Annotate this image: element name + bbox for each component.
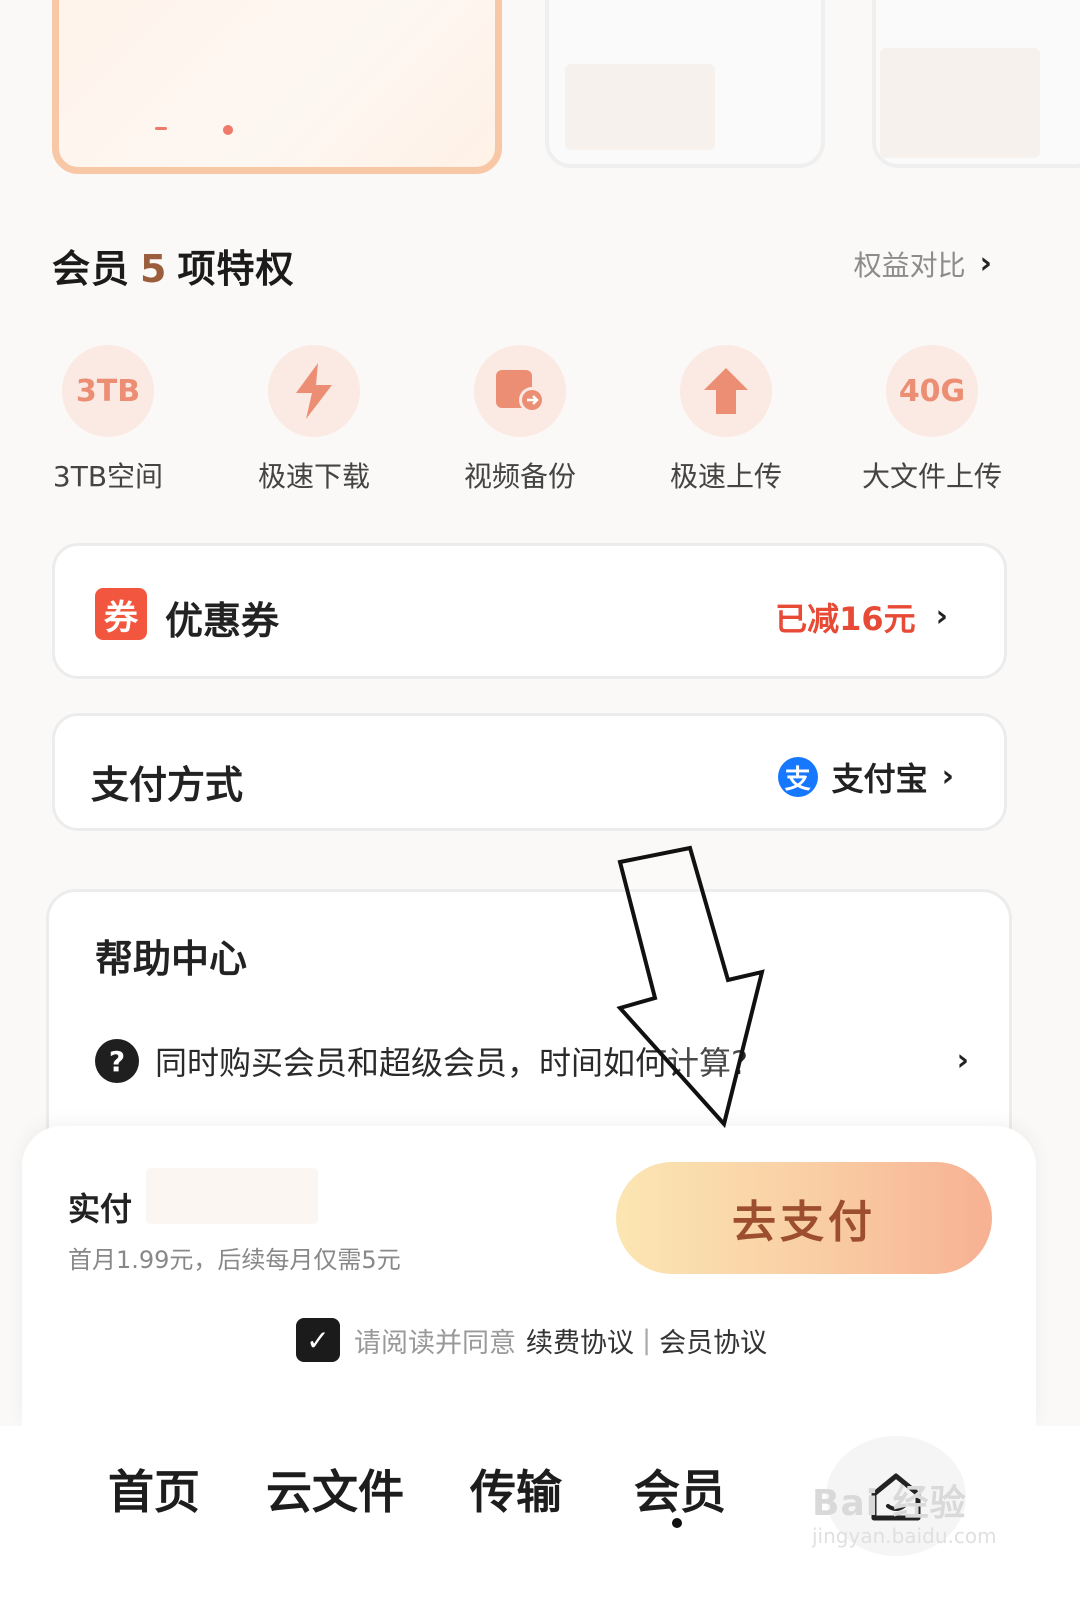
coupon-icon: 券	[95, 588, 147, 640]
payment-method-label: 支付方式	[91, 763, 244, 807]
privilege-fast-download[interactable]: 极速下载	[214, 345, 414, 495]
amount-placeholder	[146, 1168, 318, 1224]
watermark-url: jingyan.baidu.com	[812, 1524, 997, 1548]
help-center-title: 帮助中心	[95, 937, 248, 981]
chevron-right-icon: ›	[941, 759, 954, 794]
checkout-panel: 实付 首月1.99元，后续每月仅需5元 去支付 ✓ 请阅读并同意 续费协议 | …	[22, 1126, 1036, 1426]
chevron-right-icon: ›	[956, 1043, 969, 1078]
video-backup-icon	[474, 345, 566, 437]
nav-transfer[interactable]: 传输	[470, 1456, 562, 1522]
price-note: 首月1.99元，后续每月仅需5元	[68, 1246, 401, 1274]
privilege-storage[interactable]: 3TB 3TB空间	[8, 345, 208, 495]
member-agreement-link[interactable]: 会员协议	[659, 1321, 767, 1360]
plan-card-3[interactable]	[872, 0, 1080, 168]
large-file-icon: 40G	[886, 345, 978, 437]
active-indicator	[672, 1518, 682, 1528]
privilege-video-backup[interactable]: 视频备份	[420, 345, 620, 495]
lightning-icon	[268, 345, 360, 437]
pay-button[interactable]: 去支付	[616, 1162, 992, 1274]
agree-checkbox[interactable]: ✓	[296, 1318, 340, 1362]
alipay-icon: 支	[777, 757, 818, 797]
coupon-value: 已减16元 ›	[775, 599, 948, 638]
privilege-large-file[interactable]: 40G 大文件上传	[832, 345, 1032, 495]
privilege-fast-upload[interactable]: 极速上传	[626, 345, 826, 495]
payment-method-value: 支 支付宝 ›	[777, 754, 954, 800]
bottom-nav: 首页 云文件 传输 会员 Bai 经验 jingyan.baidu.com	[0, 1426, 1080, 1600]
plan-card-selected[interactable]	[52, 0, 502, 174]
faq-item[interactable]: ? 同时购买会员和超级会员，时间如何计算? ›	[95, 1038, 969, 1084]
nav-home[interactable]: 首页	[108, 1456, 200, 1522]
benefit-compare-link[interactable]: 权益对比 ›	[854, 244, 992, 284]
watermark: Bai 经验	[812, 1483, 967, 1524]
chevron-right-icon: ›	[935, 599, 948, 634]
storage-icon: 3TB	[62, 345, 154, 437]
nav-membership[interactable]: 会员	[634, 1456, 726, 1522]
payment-method-row[interactable]: 支付方式 支 支付宝 ›	[52, 713, 1007, 831]
nav-cloud-files[interactable]: 云文件	[266, 1456, 404, 1522]
plan-card-accent	[107, 125, 233, 135]
coupon-label: 优惠券	[165, 599, 280, 643]
privileges-list: 3TB 3TB空间 极速下载 视频备份 极速上传 40G 大文件上传	[0, 345, 1080, 495]
agreement: ✓ 请阅读并同意 续费协议 | 会员协议	[296, 1318, 767, 1362]
chevron-right-icon: ›	[979, 246, 992, 281]
plan-card-2[interactable]	[545, 0, 825, 168]
renewal-agreement-link[interactable]: 续费协议	[526, 1321, 634, 1360]
coupon-row[interactable]: 券 优惠券 已减16元 ›	[52, 543, 1007, 679]
actual-pay-label: 实付	[68, 1190, 133, 1228]
privileges-title: 会员 5 项特权	[52, 247, 295, 291]
question-icon: ?	[95, 1039, 139, 1083]
upload-arrow-icon	[680, 345, 772, 437]
